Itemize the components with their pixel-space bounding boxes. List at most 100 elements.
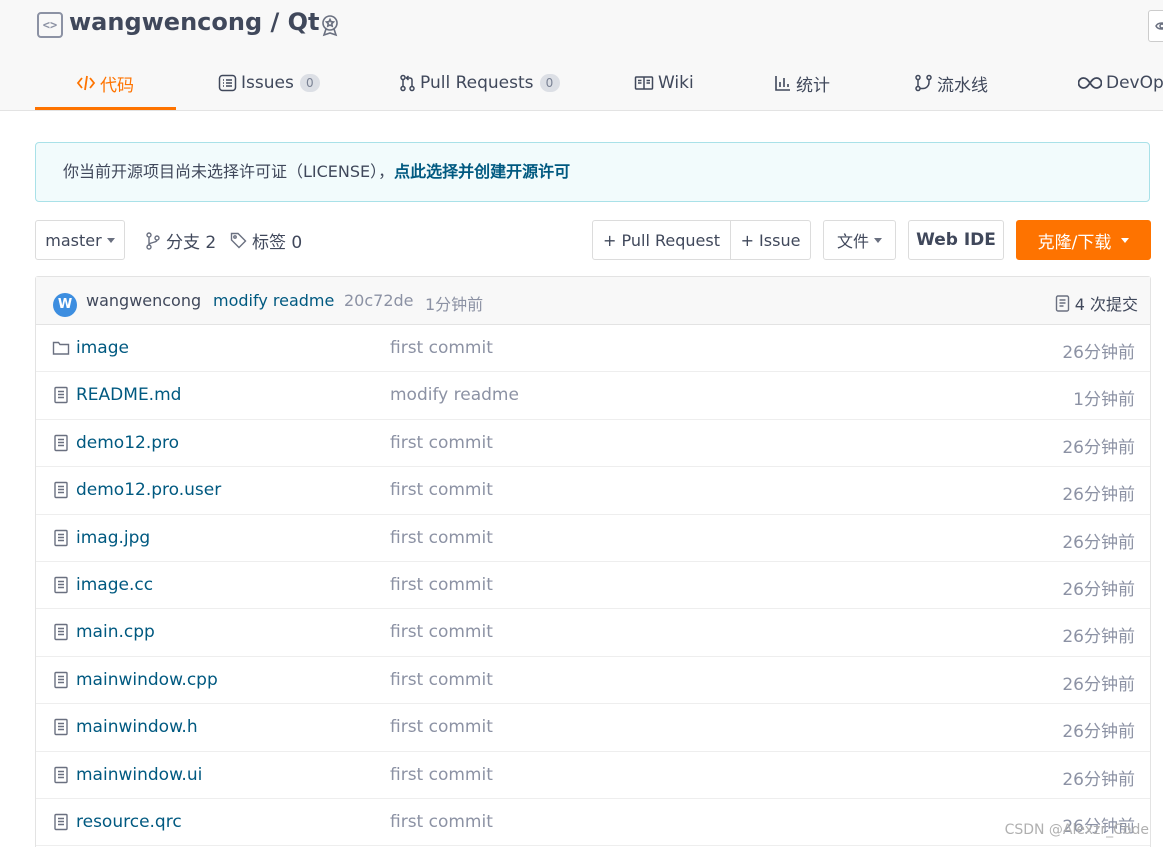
pipeline-icon: [915, 74, 932, 92]
file-name-link[interactable]: mainwindow.ui: [76, 765, 202, 785]
tab-pipeline[interactable]: 流水线: [914, 68, 988, 98]
license-notice: 你当前开源项目尚未选择许可证（LICENSE），点此选择并创建开源许可: [35, 142, 1150, 202]
commits-icon: [1055, 294, 1069, 312]
chevron-down-icon: [106, 237, 115, 243]
issues-icon: [218, 74, 237, 92]
table-row[interactable]: mainwindow.h first commit 26分钟前: [36, 704, 1150, 752]
file-name-link[interactable]: image: [76, 338, 129, 358]
file-commit-message[interactable]: modify readme: [390, 385, 519, 405]
active-tab-indicator: [35, 107, 176, 110]
pull-request-icon: [400, 74, 415, 92]
file-icon: [54, 434, 68, 451]
chevron-down-icon: [874, 237, 882, 243]
files-dropdown-label: 文件: [836, 232, 869, 251]
tags-link[interactable]: 标签 0: [230, 228, 302, 253]
license-notice-text: 你当前开源项目尚未选择许可证（LICENSE），: [63, 162, 395, 181]
branches-link[interactable]: 分支 2: [145, 228, 216, 253]
file-commit-time: 26分钟前: [1062, 437, 1135, 458]
file-commit-message[interactable]: first commit: [390, 812, 493, 832]
table-row[interactable]: imag.jpg first commit 26分钟前: [36, 515, 1150, 562]
file-name-link[interactable]: imag.jpg: [76, 528, 150, 548]
create-license-link[interactable]: 点此选择并创建开源许可: [394, 162, 570, 181]
branch-icon: [146, 231, 160, 250]
tab-pull-requests[interactable]: Pull Requests 0: [399, 68, 560, 98]
watch-button[interactable]: [1148, 10, 1163, 42]
web-ide-button[interactable]: Web IDE: [908, 220, 1004, 260]
commit-time: 1分钟前: [425, 295, 484, 314]
files-dropdown[interactable]: 文件: [823, 220, 896, 260]
file-icon: [54, 624, 68, 641]
file-icon: [54, 529, 68, 546]
stats-icon: [775, 76, 790, 91]
commit-sha[interactable]: 20c72de: [344, 291, 414, 310]
commit-message[interactable]: modify readme: [213, 291, 334, 310]
tags-count: 标签 0: [252, 233, 303, 253]
file-name-link[interactable]: main.cpp: [76, 622, 155, 642]
file-commit-message[interactable]: first commit: [390, 575, 493, 595]
tab-issues[interactable]: Issues 0: [218, 68, 320, 98]
file-name-link[interactable]: resource.qrc: [76, 812, 182, 832]
tab-devops-label: DevOp: [1106, 73, 1163, 93]
file-commit-message[interactable]: first commit: [390, 717, 493, 737]
file-commit-message[interactable]: first commit: [390, 765, 493, 785]
tab-code-label: 代码: [100, 75, 134, 96]
new-issue-button[interactable]: + Issue: [730, 220, 811, 260]
table-row[interactable]: image first commit 26分钟前: [36, 325, 1150, 373]
clone-download-button[interactable]: 克隆/下载: [1016, 220, 1151, 260]
file-commit-time: 26分钟前: [1062, 722, 1135, 743]
watermark: CSDN @Alexzr_Code: [1004, 822, 1149, 838]
new-pull-request-button[interactable]: + Pull Request: [592, 220, 731, 260]
table-row[interactable]: resource.qrc first commit 26分钟前: [36, 799, 1150, 847]
branch-select[interactable]: master: [35, 220, 125, 260]
file-commit-message[interactable]: first commit: [390, 622, 493, 642]
tab-wiki[interactable]: Wiki: [634, 68, 694, 98]
file-commit-time: 26分钟前: [1062, 627, 1135, 648]
table-row[interactable]: image.cc first commit 26分钟前: [36, 562, 1150, 610]
file-name-link[interactable]: image.cc: [76, 575, 153, 595]
table-row[interactable]: mainwindow.ui first commit 26分钟前: [36, 752, 1150, 799]
commit-count-link[interactable]: 4 次提交: [1055, 291, 1138, 315]
tab-issues-label: Issues: [241, 73, 294, 93]
file-commit-message[interactable]: first commit: [390, 338, 493, 358]
repo-title[interactable]: wangwencong / Qt: [69, 8, 320, 36]
file-icon: [54, 576, 68, 594]
table-row[interactable]: main.cpp first commit 26分钟前: [36, 609, 1150, 657]
file-list: W wangwencong modify readme 20c72de 1分钟前…: [35, 276, 1151, 847]
file-icon: [54, 766, 68, 783]
file-commit-message[interactable]: first commit: [390, 480, 493, 500]
commit-author[interactable]: wangwencong: [86, 291, 201, 310]
file-commit-time: 26分钟前: [1062, 343, 1135, 363]
table-row[interactable]: demo12.pro.user first commit 26分钟前: [36, 467, 1150, 515]
file-name-link[interactable]: demo12.pro.user: [76, 480, 221, 500]
file-commit-message[interactable]: first commit: [390, 528, 493, 548]
file-commit-time: 26分钟前: [1062, 485, 1135, 506]
file-name-link[interactable]: mainwindow.h: [76, 717, 198, 737]
avatar[interactable]: W: [53, 293, 77, 317]
file-commit-message[interactable]: first commit: [390, 670, 493, 690]
wiki-icon: [634, 76, 654, 90]
file-name-link[interactable]: mainwindow.cpp: [76, 670, 218, 690]
recommend-badge-icon[interactable]: [318, 13, 342, 37]
issues-count-badge: 0: [299, 74, 320, 92]
tab-code[interactable]: 代码: [76, 68, 134, 98]
file-commit-time: 26分钟前: [1062, 769, 1135, 790]
table-row[interactable]: demo12.pro first commit 26分钟前: [36, 420, 1150, 468]
table-row[interactable]: README.md modify readme 1分钟前: [36, 372, 1150, 420]
file-name-link[interactable]: README.md: [76, 385, 181, 405]
file-icon: [54, 671, 68, 688]
tab-pull-requests-label: Pull Requests: [420, 73, 534, 93]
repo-header: <> wangwencong / Qt 代码 Issues 0 Pull Req…: [0, 0, 1163, 111]
tab-wiki-label: Wiki: [658, 73, 694, 93]
file-commit-message[interactable]: first commit: [390, 433, 493, 453]
pull-requests-count-badge: 0: [539, 74, 560, 92]
commit-count: 4 次提交: [1074, 295, 1138, 314]
branches-count: 分支 2: [166, 233, 217, 253]
file-name-link[interactable]: demo12.pro: [76, 433, 179, 453]
file-commit-time: 1分钟前: [1073, 390, 1135, 411]
tab-devops[interactable]: DevOp: [1078, 68, 1163, 98]
table-row[interactable]: mainwindow.cpp first commit 26分钟前: [36, 657, 1150, 705]
tab-stats[interactable]: 统计: [774, 68, 830, 98]
file-icon: [54, 481, 68, 499]
devops-icon: [1078, 77, 1102, 89]
file-commit-time: 26分钟前: [1062, 580, 1135, 600]
